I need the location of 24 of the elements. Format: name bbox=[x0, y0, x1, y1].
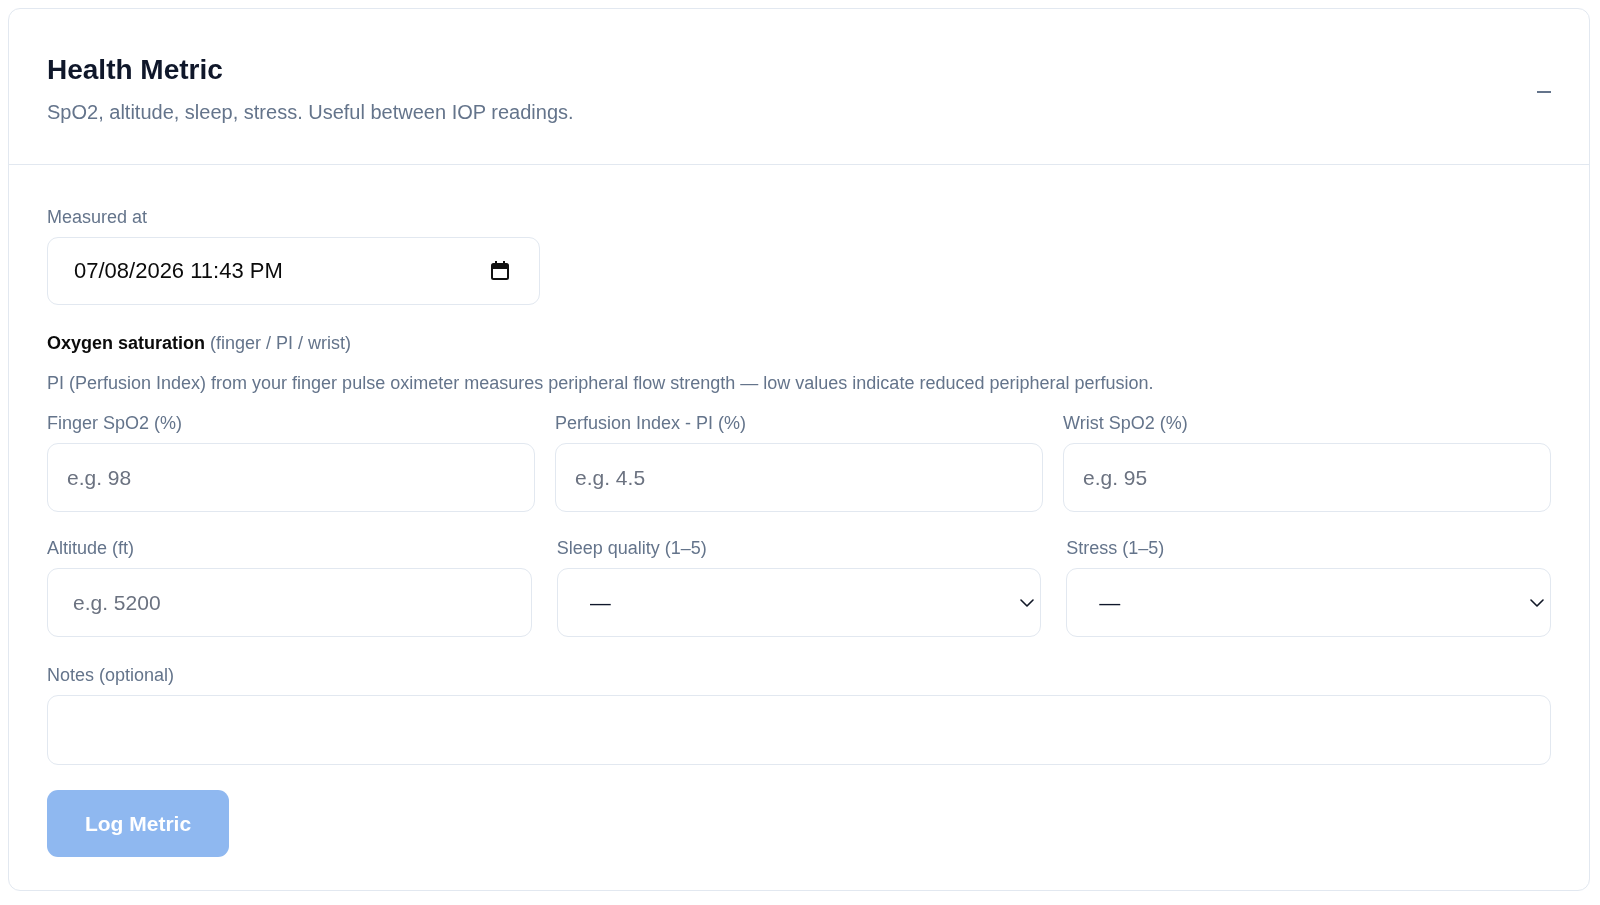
input-field[interactable]: e.g. 5200 bbox=[47, 568, 532, 637]
panel-title: Health Metric bbox=[47, 54, 224, 86]
chevron-down-icon bbox=[1530, 599, 1544, 607]
notes-field[interactable] bbox=[47, 695, 1551, 765]
field-label: Notes (optional) bbox=[47, 664, 175, 687]
field-label: Stress (1–5) bbox=[1066, 537, 1166, 560]
input-field[interactable]: e.g. 98 bbox=[47, 443, 535, 512]
field-label: Altitude (ft) bbox=[47, 537, 136, 560]
select-field[interactable]: — bbox=[556, 568, 1042, 637]
panel-subtitle: SpO2, altitude, sleep, stress. Useful between IOP readings. bbox=[47, 100, 574, 125]
field-label: Wrist SpO2 (%) bbox=[1063, 412, 1189, 435]
field-label: Sleep quality (1–5) bbox=[556, 537, 708, 560]
calendar-icon[interactable] bbox=[491, 261, 509, 280]
field-label: Finger SpO2 (%) bbox=[47, 412, 184, 435]
input-field[interactable]: e.g. 95 bbox=[1063, 443, 1551, 512]
section-description: PI (Perfusion Index) from your finger pulse oximeter measures peripheral flow strength — low values indicate reduced peripheral perfusion. bbox=[47, 372, 1154, 395]
datetime-field[interactable]: 07/08/2026 11:43 PM bbox=[47, 237, 540, 305]
field-label: Perfusion Index - PI (%) bbox=[555, 412, 748, 435]
section-heading: Oxygen saturation (finger / PI / wrist) bbox=[47, 332, 352, 355]
select-field[interactable]: — bbox=[1066, 568, 1551, 637]
chevron-down-icon bbox=[1020, 599, 1035, 607]
field-label: Measured at bbox=[47, 206, 148, 229]
input-field[interactable]: e.g. 4.5 bbox=[555, 443, 1043, 512]
minus-icon[interactable] bbox=[1537, 91, 1551, 93]
